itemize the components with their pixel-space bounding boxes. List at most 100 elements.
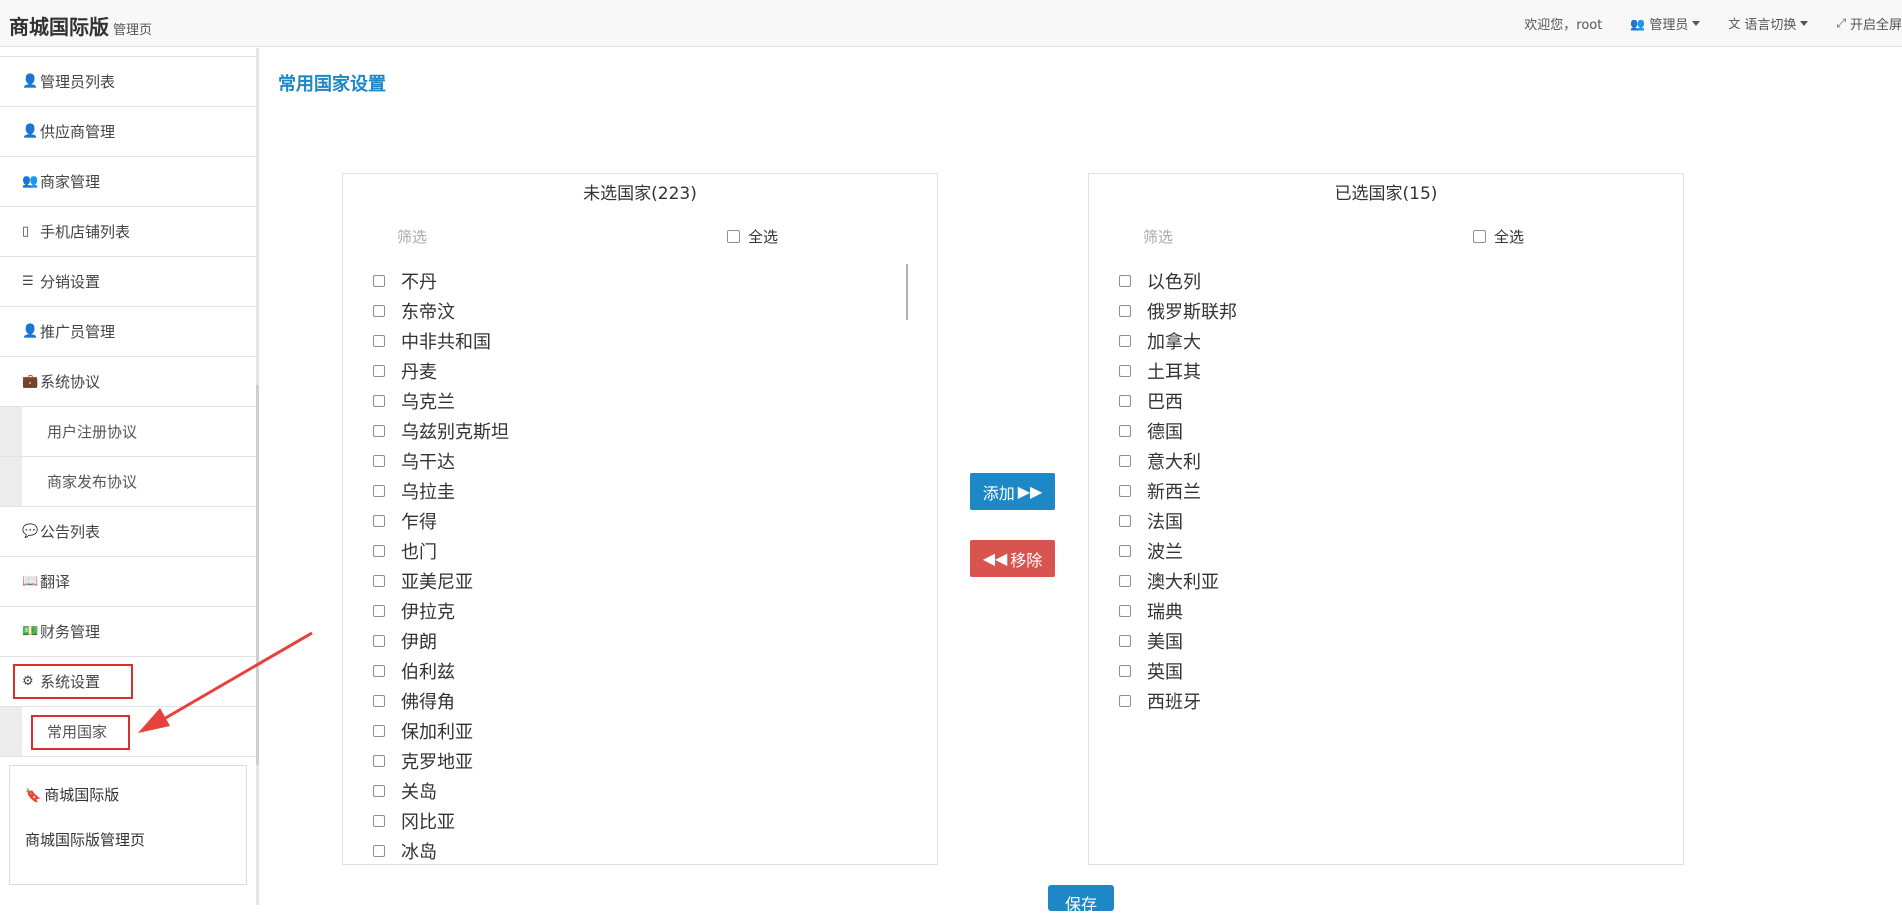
country-row[interactable]: 乌干达 (373, 446, 893, 476)
country-row[interactable]: 伊朗 (373, 626, 893, 656)
country-checkbox[interactable] (373, 575, 385, 587)
country-row[interactable]: 德国 (1119, 416, 1639, 446)
country-row[interactable]: 法国 (1119, 506, 1639, 536)
admin-menu[interactable]: 👥 管理员 (1630, 14, 1701, 33)
unselected-country-list[interactable]: 不丹 东帝汶 中非共和国 丹麦 乌克兰 乌兹别克斯坦 乌干达 乌拉圭 乍得 也门… (373, 266, 893, 862)
country-row[interactable]: 冰岛 (373, 836, 893, 862)
country-row[interactable]: 伊拉克 (373, 596, 893, 626)
country-row[interactable]: 加拿大 (1119, 326, 1639, 356)
brand[interactable]: 商城国际版 管理页 (9, 11, 152, 40)
country-checkbox[interactable] (373, 425, 385, 437)
country-row[interactable]: 中非共和国 (373, 326, 893, 356)
country-checkbox[interactable] (373, 635, 385, 647)
country-checkbox[interactable] (373, 785, 385, 797)
fullscreen-button[interactable]: ⤢ 开启全屏 (1836, 14, 1902, 33)
unselected-list-scrollbar[interactable] (906, 264, 908, 320)
select-all-checkbox[interactable] (1473, 230, 1486, 243)
country-row[interactable]: 瑞典 (1119, 596, 1639, 626)
double-chevron-left-icon: ◀◀ (982, 549, 1008, 568)
country-row[interactable]: 佛得角 (373, 686, 893, 716)
country-row[interactable]: 澳大利亚 (1119, 566, 1639, 596)
country-row[interactable]: 意大利 (1119, 446, 1639, 476)
sidebar-item-announcements[interactable]: 💬 公告列表 (0, 507, 258, 557)
sidebar-subitem-merchant-agreement[interactable]: 商家发布协议 (0, 457, 258, 507)
country-row[interactable]: 俄罗斯联邦 (1119, 296, 1639, 326)
country-row[interactable]: 伯利兹 (373, 656, 893, 686)
country-name: 澳大利亚 (1147, 572, 1219, 593)
country-row[interactable]: 美国 (1119, 626, 1639, 656)
sidebar-item-distribution[interactable]: ☰ 分销设置 (0, 257, 258, 307)
unselected-filter-input[interactable]: 筛选 (397, 226, 427, 247)
country-checkbox[interactable] (373, 335, 385, 347)
country-row[interactable]: 冈比亚 (373, 806, 893, 836)
country-row[interactable]: 东帝汶 (373, 296, 893, 326)
country-checkbox[interactable] (1119, 365, 1131, 377)
country-checkbox[interactable] (373, 485, 385, 497)
country-checkbox[interactable] (1119, 515, 1131, 527)
country-checkbox[interactable] (373, 455, 385, 467)
country-checkbox[interactable] (373, 365, 385, 377)
country-checkbox[interactable] (1119, 575, 1131, 587)
sidebar-item-mobile-store[interactable]: ▯ 手机店铺列表 (0, 207, 258, 257)
country-checkbox[interactable] (1119, 605, 1131, 617)
country-checkbox[interactable] (373, 845, 385, 857)
country-checkbox[interactable] (373, 545, 385, 557)
country-row[interactable]: 西班牙 (1119, 686, 1639, 716)
chevron-down-icon (1800, 21, 1809, 26)
sidebar-item-supplier[interactable]: 👤 供应商管理 (0, 107, 258, 157)
selected-select-all[interactable]: 全选 (1473, 226, 1524, 247)
country-checkbox[interactable] (1119, 665, 1131, 677)
country-checkbox[interactable] (1119, 335, 1131, 347)
country-checkbox[interactable] (1119, 455, 1131, 467)
country-checkbox[interactable] (373, 695, 385, 707)
country-row[interactable]: 英国 (1119, 656, 1639, 686)
country-checkbox[interactable] (373, 305, 385, 317)
country-row[interactable]: 关岛 (373, 776, 893, 806)
sidebar-subitem-user-agreement[interactable]: 用户注册协议 (0, 407, 258, 457)
country-checkbox[interactable] (373, 515, 385, 527)
sidebar-item-admin-list[interactable]: 👤 管理员列表 (0, 57, 258, 107)
country-checkbox[interactable] (373, 815, 385, 827)
country-checkbox[interactable] (1119, 545, 1131, 557)
country-checkbox[interactable] (1119, 275, 1131, 287)
country-row[interactable]: 波兰 (1119, 536, 1639, 566)
select-all-checkbox[interactable] (727, 230, 740, 243)
language-menu[interactable]: 文语言切换 (1728, 14, 1809, 33)
selected-country-list[interactable]: 以色列 俄罗斯联邦 加拿大 土耳其 巴西 德国 意大利 新西兰 法国 波兰 澳大… (1119, 266, 1639, 862)
sidebar-item-promoter[interactable]: 👤 推广员管理 (0, 307, 258, 357)
remove-button[interactable]: ◀◀ 移除 (970, 540, 1055, 577)
country-checkbox[interactable] (373, 755, 385, 767)
save-button[interactable]: 保存 (1048, 885, 1114, 914)
country-row[interactable]: 乌克兰 (373, 386, 893, 416)
country-checkbox[interactable] (1119, 485, 1131, 497)
country-checkbox[interactable] (373, 275, 385, 287)
country-row[interactable]: 保加利亚 (373, 716, 893, 746)
sidebar-item-protocol[interactable]: 💼 系统协议 (0, 357, 258, 407)
country-checkbox[interactable] (373, 605, 385, 617)
country-checkbox[interactable] (1119, 305, 1131, 317)
sidebar-item-translate[interactable]: 📖 翻译 (0, 557, 258, 607)
country-row[interactable]: 丹麦 (373, 356, 893, 386)
country-row[interactable]: 新西兰 (1119, 476, 1639, 506)
country-row[interactable]: 乍得 (373, 506, 893, 536)
country-row[interactable]: 克罗地亚 (373, 746, 893, 776)
country-checkbox[interactable] (373, 395, 385, 407)
country-row[interactable]: 乌兹别克斯坦 (373, 416, 893, 446)
country-checkbox[interactable] (1119, 425, 1131, 437)
selected-filter-input[interactable]: 筛选 (1143, 226, 1173, 247)
country-row[interactable]: 也门 (373, 536, 893, 566)
country-row[interactable]: 巴西 (1119, 386, 1639, 416)
country-row[interactable]: 亚美尼亚 (373, 566, 893, 596)
country-checkbox[interactable] (373, 725, 385, 737)
unselected-select-all[interactable]: 全选 (727, 226, 778, 247)
add-button[interactable]: 添加 ▶▶ (970, 473, 1055, 510)
country-checkbox[interactable] (1119, 395, 1131, 407)
country-row[interactable]: 土耳其 (1119, 356, 1639, 386)
sidebar-item-merchant[interactable]: 👥 商家管理 (0, 157, 258, 207)
country-row[interactable]: 以色列 (1119, 266, 1639, 296)
country-checkbox[interactable] (1119, 695, 1131, 707)
country-checkbox[interactable] (1119, 635, 1131, 647)
country-row[interactable]: 乌拉圭 (373, 476, 893, 506)
country-checkbox[interactable] (373, 665, 385, 677)
country-row[interactable]: 不丹 (373, 266, 893, 296)
